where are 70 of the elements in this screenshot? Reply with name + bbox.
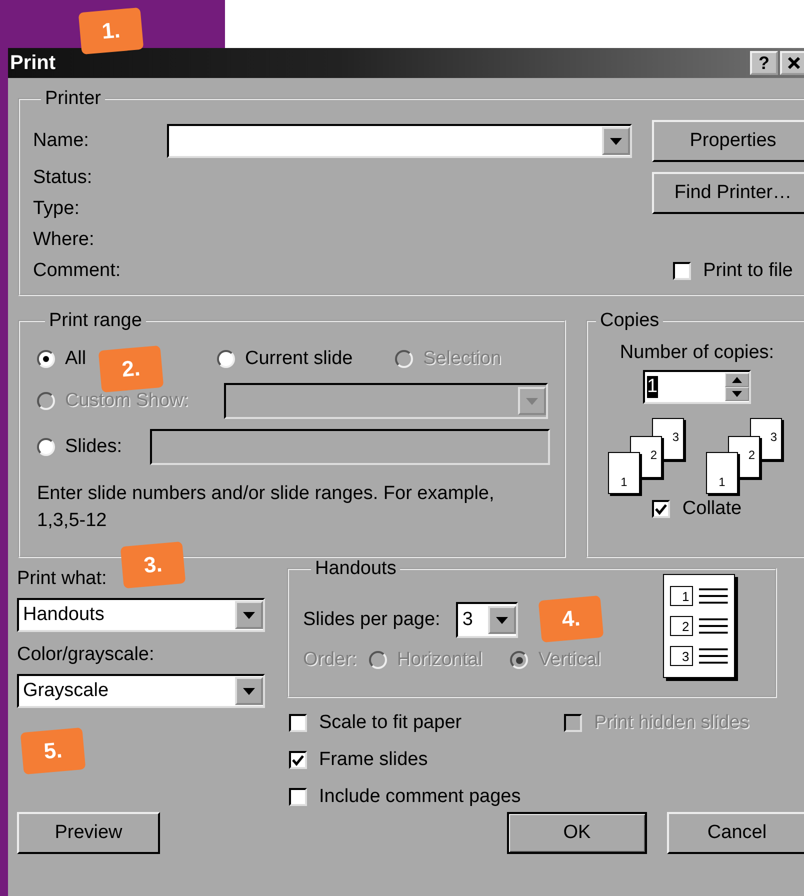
- radio-label: All: [65, 348, 86, 370]
- dropdown-button[interactable]: [235, 601, 263, 629]
- field-label: Order:: [303, 649, 357, 671]
- dropdown-button[interactable]: [235, 677, 263, 705]
- radio-button[interactable]: [37, 438, 55, 456]
- group-label: Printer: [44, 88, 102, 110]
- dialog-button[interactable]: Preview: [17, 812, 160, 854]
- up-arrow-icon: [732, 377, 742, 383]
- field-label: Comment:: [33, 260, 122, 282]
- window-title: Print: [10, 52, 56, 74]
- properties-button[interactable]: Properties: [652, 120, 804, 162]
- printer-dropdown[interactable]: [167, 124, 632, 158]
- slides-per-page-dropdown[interactable]: 3: [456, 602, 518, 638]
- close-button[interactable]: [780, 51, 804, 75]
- radio-label: Custom Show:: [65, 390, 189, 412]
- collate-pages-drawing: 1 2 3: [608, 418, 688, 498]
- radio-label: Vertical: [538, 649, 601, 671]
- checkbox-label: Print to file: [703, 260, 793, 282]
- hint-text: Enter slide numbers and/or slide ranges. For example, 1,3,5-12: [37, 482, 496, 533]
- close-icon: [787, 56, 801, 70]
- radio-label: Horizontal: [396, 649, 482, 671]
- field-label: Status:: [33, 166, 94, 188]
- checkbox-label: Collate: [682, 498, 742, 520]
- print-what-dropdown[interactable]: Handouts: [17, 598, 265, 632]
- caret-icon: [610, 138, 622, 144]
- field-label: Number of copies:: [620, 342, 774, 364]
- field-label: Slides per page:: [303, 609, 440, 631]
- copies-spinner[interactable]: 1: [643, 370, 751, 404]
- checkbox[interactable]: [289, 788, 307, 806]
- radio-button[interactable]: [37, 350, 55, 368]
- caret-icon: [243, 688, 255, 694]
- slides-input-field[interactable]: [150, 429, 550, 465]
- caret-icon: [496, 616, 508, 624]
- copies-value: 1: [647, 376, 658, 398]
- spin-down-button[interactable]: [725, 387, 749, 401]
- radio-button[interactable]: [510, 651, 528, 669]
- help-button[interactable]: ?: [750, 51, 778, 75]
- checkbox-label: Include comment pages: [319, 786, 521, 808]
- group-label: Copies: [599, 310, 660, 332]
- handout-layout-drawing: 1 2 3: [663, 574, 735, 678]
- caret-icon: [526, 398, 538, 404]
- group-label: Print range: [48, 310, 143, 332]
- radio-label: Current slide: [245, 348, 353, 370]
- dropdown-button[interactable]: [488, 606, 516, 634]
- checkbox[interactable]: [289, 751, 307, 769]
- dialog-button[interactable]: Cancel: [667, 812, 804, 854]
- dropdown-button[interactable]: [602, 127, 630, 155]
- color-dropdown[interactable]: Grayscale: [17, 674, 265, 708]
- group-label: Handouts: [314, 558, 398, 580]
- field-label: Print what:: [17, 568, 108, 590]
- radio-label: Slides:: [65, 436, 122, 458]
- field-label: Name:: [33, 130, 90, 152]
- checkbox[interactable]: [673, 262, 692, 280]
- field-label: Where:: [33, 228, 96, 250]
- radio-button[interactable]: [217, 350, 235, 368]
- checkbox[interactable]: [652, 500, 670, 518]
- checkbox-label: Scale to fit paper: [319, 712, 462, 734]
- checkbox[interactable]: [289, 714, 307, 732]
- field-label: Type:: [33, 198, 80, 220]
- caret-icon: [243, 612, 255, 618]
- field-label: Color/grayscale:: [17, 644, 156, 666]
- dialog-button[interactable]: OK: [507, 812, 647, 854]
- checkbox-label: Print hidden slides: [594, 712, 750, 734]
- radio-label: Selection: [423, 348, 502, 370]
- down-arrow-icon: [732, 391, 742, 397]
- radio-button[interactable]: [368, 651, 387, 669]
- checkbox-label: Frame slides: [319, 749, 428, 771]
- spin-up-button[interactable]: [725, 373, 749, 387]
- find-printer-button[interactable]: Find Printer…: [652, 172, 804, 214]
- collate-pages-drawing: 1 2 3: [706, 418, 786, 498]
